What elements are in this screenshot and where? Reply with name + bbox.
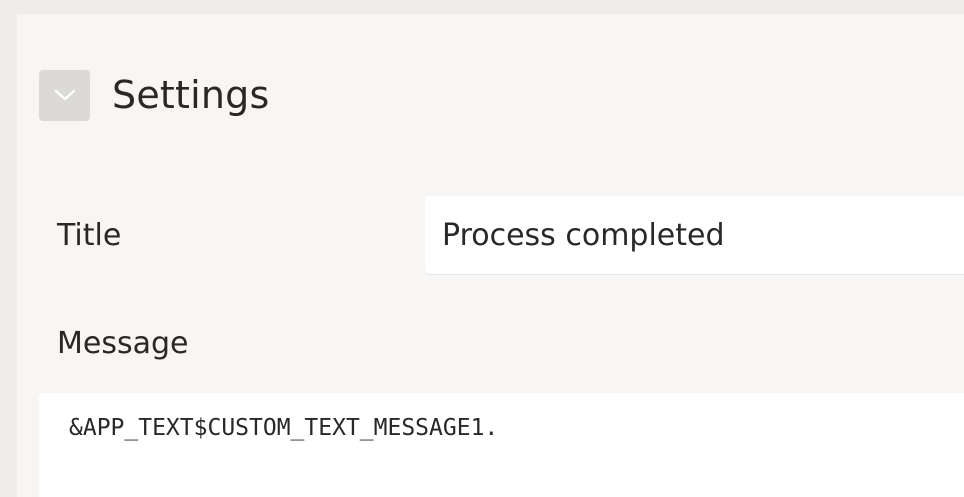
message-textarea[interactable]: &APP_TEXT$CUSTOM_TEXT_MESSAGE1.: [39, 393, 964, 497]
collapse-toggle-button[interactable]: [39, 69, 90, 121]
chevron-down-icon: [54, 89, 75, 101]
title-field-label: Title: [57, 218, 122, 253]
app-frame: Settings Title Message &APP_TEXT$CUSTOM_…: [0, 0, 964, 497]
section-title: Settings: [112, 73, 270, 117]
settings-section-header: Settings: [39, 66, 269, 124]
message-field-label: Message: [57, 326, 189, 361]
title-input[interactable]: [425, 196, 964, 274]
